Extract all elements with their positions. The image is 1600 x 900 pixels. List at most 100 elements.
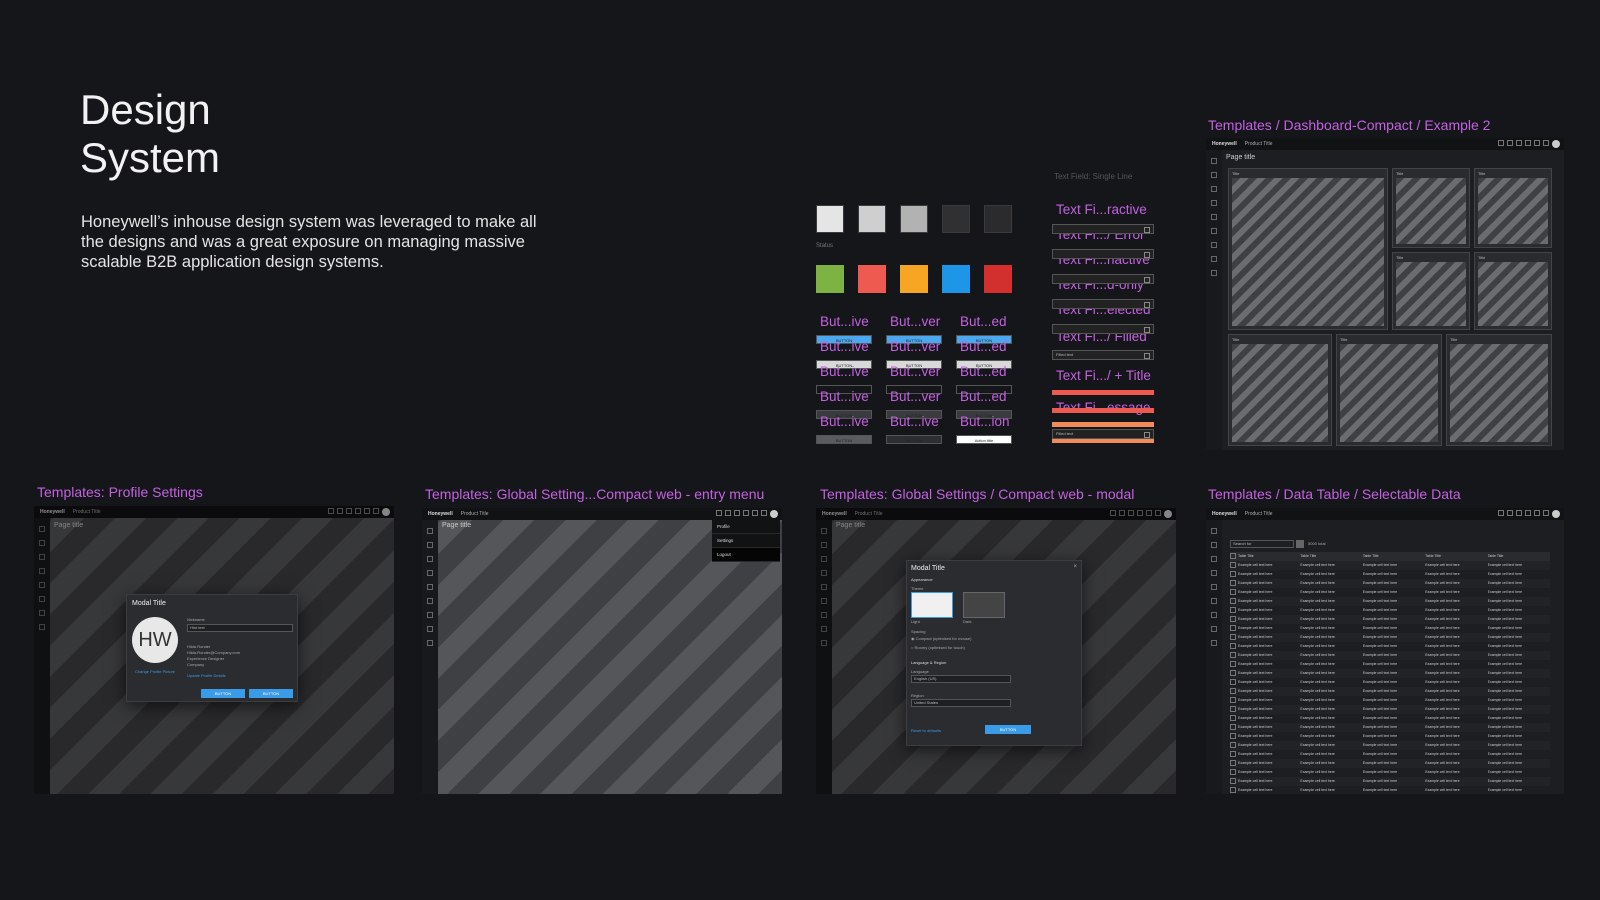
row-checkbox[interactable] [1230,660,1238,669]
row-checkbox[interactable] [1230,642,1238,651]
tool-icon[interactable] [1507,140,1513,146]
nav-icon[interactable] [427,598,433,604]
row-checkbox[interactable] [1230,723,1238,732]
avatar-icon[interactable] [1552,510,1560,518]
theme-light-option[interactable] [911,592,953,618]
tool-icon[interactable] [752,510,758,516]
nav-icon[interactable] [427,528,433,534]
table-row[interactable]: Example cell text here Example cell text … [1230,651,1550,660]
nav-icon[interactable] [427,570,433,576]
nav-icon[interactable] [427,612,433,618]
table-row[interactable]: Example cell text here Example cell text … [1230,768,1550,777]
reset-link[interactable]: Reset to defaults [911,728,941,733]
nav-icon[interactable] [1211,228,1217,234]
nickname-input[interactable]: Hint text [187,624,293,632]
table-row[interactable]: Example cell text here Example cell text … [1230,777,1550,786]
tool-icon[interactable] [1516,510,1522,516]
table-row[interactable]: Example cell text here Example cell text … [1230,750,1550,759]
row-checkbox[interactable] [1230,732,1238,741]
tool-icon[interactable] [1534,140,1540,146]
row-checkbox[interactable] [1230,759,1238,768]
table-row[interactable]: Example cell text here Example cell text … [1230,633,1550,642]
row-checkbox[interactable] [1230,678,1238,687]
nav-icon[interactable] [427,542,433,548]
textfield-sample[interactable] [1052,299,1154,309]
textfield-sample[interactable]: Filled text [1052,350,1154,360]
nav-icon[interactable] [1211,598,1217,604]
row-checkbox[interactable] [1230,579,1238,588]
nav-icon[interactable] [1211,214,1217,220]
table-row[interactable]: Example cell text here Example cell text … [1230,588,1550,597]
nav-icon[interactable] [1211,570,1217,576]
nav-icon[interactable] [1211,270,1217,276]
nav-icon[interactable] [1211,158,1217,164]
table-row[interactable]: Example cell text here Example cell text … [1230,678,1550,687]
row-checkbox[interactable] [1230,687,1238,696]
menu-item[interactable]: Profile [712,520,780,534]
avatar-icon[interactable] [770,510,778,518]
tool-icon[interactable] [1534,510,1540,516]
row-checkbox[interactable] [1230,696,1238,705]
row-checkbox[interactable] [1230,561,1238,570]
table-row[interactable]: Example cell text here Example cell text … [1230,570,1550,579]
table-row[interactable]: Example cell text here Example cell text … [1230,732,1550,741]
tool-icon[interactable] [1543,510,1549,516]
avatar[interactable]: HW [132,617,178,663]
button-primary-2[interactable]: BUTTON [249,689,293,698]
nav-icon[interactable] [1211,640,1217,646]
tool-icon[interactable] [1498,140,1504,146]
update-details-link[interactable]: Update Profile Details [187,673,226,678]
textfield-sample[interactable] [1052,274,1154,284]
textfield-sample[interactable] [1052,324,1154,334]
table-row[interactable]: Example cell text here Example cell text … [1230,759,1550,768]
tool-icon[interactable] [1543,140,1549,146]
nav-icon[interactable] [427,556,433,562]
row-checkbox[interactable] [1230,606,1238,615]
tool-icon[interactable] [725,510,731,516]
table-row[interactable]: Example cell text here Example cell text … [1230,696,1550,705]
textfield-filled-sample[interactable]: Filled text [1052,429,1154,439]
button-sample[interactable]: BUTTON [816,435,872,444]
nav-icon[interactable] [1211,242,1217,248]
row-checkbox[interactable] [1230,570,1238,579]
tool-icon[interactable] [1516,140,1522,146]
table-row[interactable]: Example cell text here Example cell text … [1230,579,1550,588]
tool-icon[interactable] [716,510,722,516]
close-icon[interactable]: × [1073,564,1077,570]
table-row[interactable]: Example cell text here Example cell text … [1230,786,1550,794]
tool-icon[interactable] [761,510,767,516]
table-row[interactable]: Example cell text here Example cell text … [1230,714,1550,723]
row-checkbox[interactable] [1230,552,1238,561]
spacing-roomy-radio[interactable]: ○ Roomy (optimised for touch) [911,645,965,650]
row-checkbox[interactable] [1230,597,1238,606]
search-icon[interactable] [1296,540,1304,548]
row-checkbox[interactable] [1230,588,1238,597]
row-checkbox[interactable] [1230,777,1238,786]
spacing-compact-radio[interactable]: ◉ Compact (optimised for mouse) [911,636,971,641]
row-checkbox[interactable] [1230,714,1238,723]
nav-icon[interactable] [1211,256,1217,262]
row-checkbox[interactable] [1230,768,1238,777]
row-checkbox[interactable] [1230,615,1238,624]
button-sample[interactable]: BUTTON [886,435,942,444]
row-checkbox[interactable] [1230,651,1238,660]
nav-icon[interactable] [1211,172,1217,178]
row-checkbox[interactable] [1230,624,1238,633]
table-row[interactable]: Example cell text here Example cell text … [1230,705,1550,714]
nav-icon[interactable] [1211,200,1217,206]
nav-icon[interactable] [1211,542,1217,548]
textfield-sample[interactable] [1052,224,1154,234]
nav-icon[interactable] [1211,186,1217,192]
save-button[interactable]: BUTTON [985,725,1031,734]
nav-icon[interactable] [1211,612,1217,618]
row-checkbox[interactable] [1230,633,1238,642]
table-row[interactable]: Example cell text here Example cell text … [1230,741,1550,750]
theme-dark-option[interactable] [963,592,1005,618]
table-row[interactable]: Example cell text here Example cell text … [1230,642,1550,651]
region-select[interactable]: United States [911,699,1011,707]
nav-icon[interactable] [1211,584,1217,590]
menu-item[interactable]: Logout [712,548,780,562]
textfield-sample[interactable] [1052,249,1154,259]
nav-icon[interactable] [1211,626,1217,632]
tool-icon[interactable] [743,510,749,516]
